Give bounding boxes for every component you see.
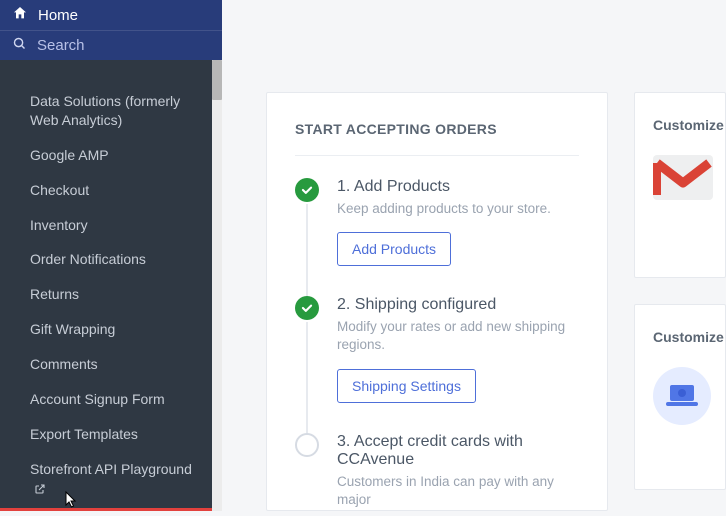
sidebar-item-label: Account Signup Form [30, 391, 165, 407]
sidebar-item-order-notifications[interactable]: Order Notifications [0, 242, 212, 277]
right-column: Customize y Customize y [634, 92, 726, 511]
sidebar-item-api-accounts[interactable]: API Accounts [0, 508, 212, 511]
onboarding-step-shipping: 2. Shipping configured Modify your rates… [295, 296, 579, 432]
customize-card-1: Customize y [634, 92, 726, 278]
home-nav[interactable]: Home [0, 0, 222, 30]
gmail-logo-icon [653, 155, 713, 200]
step-content: 2. Shipping configured Modify your rates… [337, 296, 579, 402]
sidebar-item-data-solutions[interactable]: Data Solutions (formerly Web Analytics) [0, 84, 212, 138]
sidebar-scrollbar-thumb[interactable] [212, 60, 222, 100]
step-content: 3. Accept credit cards with CCAvenue Cus… [337, 433, 579, 511]
step-status-todo-icon [295, 433, 319, 457]
home-icon [12, 5, 28, 25]
step-desc: Modify your rates or add new shipping re… [337, 318, 579, 354]
main-content: START ACCEPTING ORDERS 1. Add Products K… [222, 60, 726, 511]
laptop-icon [653, 367, 711, 425]
sidebar-item-label: Order Notifications [30, 251, 146, 267]
onboarding-card: START ACCEPTING ORDERS 1. Add Products K… [266, 92, 608, 511]
step-status-done-icon [295, 296, 319, 320]
sidebar-item-export-templates[interactable]: Export Templates [0, 417, 212, 452]
step-desc: Customers in India can pay with any majo… [337, 473, 579, 509]
sidebar-item-label: Data Solutions (formerly Web Analytics) [30, 93, 180, 128]
step-content: 1. Add Products Keep adding products to … [337, 178, 579, 266]
sidebar-item-returns[interactable]: Returns [0, 277, 212, 312]
sidebar-item-label: Comments [30, 356, 98, 372]
home-label: Home [38, 7, 78, 24]
search-input[interactable] [37, 37, 210, 54]
step-desc: Keep adding products to your store. [337, 200, 579, 218]
shipping-settings-button[interactable]: Shipping Settings [337, 369, 476, 403]
sidebar-scrollbar[interactable] [212, 60, 222, 511]
search-row[interactable] [0, 30, 222, 60]
sidebar-item-storefront-api-playground[interactable]: Storefront API Playground [0, 452, 212, 508]
sidebar-scroll[interactable]: Data Solutions (formerly Web Analytics) … [0, 60, 212, 511]
top-bar: Home [0, 0, 222, 60]
sidebar-item-label: Inventory [30, 217, 88, 233]
onboarding-steps: 1. Add Products Keep adding products to … [295, 178, 579, 511]
onboarding-step-add-products: 1. Add Products Keep adding products to … [295, 178, 579, 296]
search-icon [12, 36, 27, 55]
step-title: 3. Accept credit cards with CCAvenue [337, 433, 579, 469]
step-connector [306, 204, 308, 298]
side-card-title: Customize y [653, 329, 707, 345]
sidebar-item-comments[interactable]: Comments [0, 347, 212, 382]
step-title: 2. Shipping configured [337, 296, 579, 314]
onboarding-step-payments: 3. Accept credit cards with CCAvenue Cus… [295, 433, 579, 511]
sidebar-item-label: Export Templates [30, 426, 138, 442]
add-products-button[interactable]: Add Products [337, 232, 451, 266]
sidebar: Data Solutions (formerly Web Analytics) … [0, 60, 222, 511]
side-card-title: Customize y [653, 117, 707, 133]
step-connector [306, 322, 308, 434]
sidebar-item-inventory[interactable]: Inventory [0, 208, 212, 243]
sidebar-item-checkout[interactable]: Checkout [0, 173, 212, 208]
external-link-icon [34, 482, 46, 498]
sidebar-item-account-signup-form[interactable]: Account Signup Form [0, 382, 212, 417]
sidebar-item-label: Storefront API Playground [30, 461, 192, 477]
sidebar-item-label: Gift Wrapping [30, 321, 115, 337]
sidebar-item-label: Google AMP [30, 147, 109, 163]
sidebar-item-label: Returns [30, 286, 79, 302]
sidebar-item-label: Checkout [30, 182, 89, 198]
step-status-done-icon [295, 178, 319, 202]
customize-card-2: Customize y [634, 304, 726, 490]
sidebar-item-google-amp[interactable]: Google AMP [0, 138, 212, 173]
sidebar-item-gift-wrapping[interactable]: Gift Wrapping [0, 312, 212, 347]
step-title: 1. Add Products [337, 178, 579, 196]
onboarding-title: START ACCEPTING ORDERS [295, 121, 579, 156]
